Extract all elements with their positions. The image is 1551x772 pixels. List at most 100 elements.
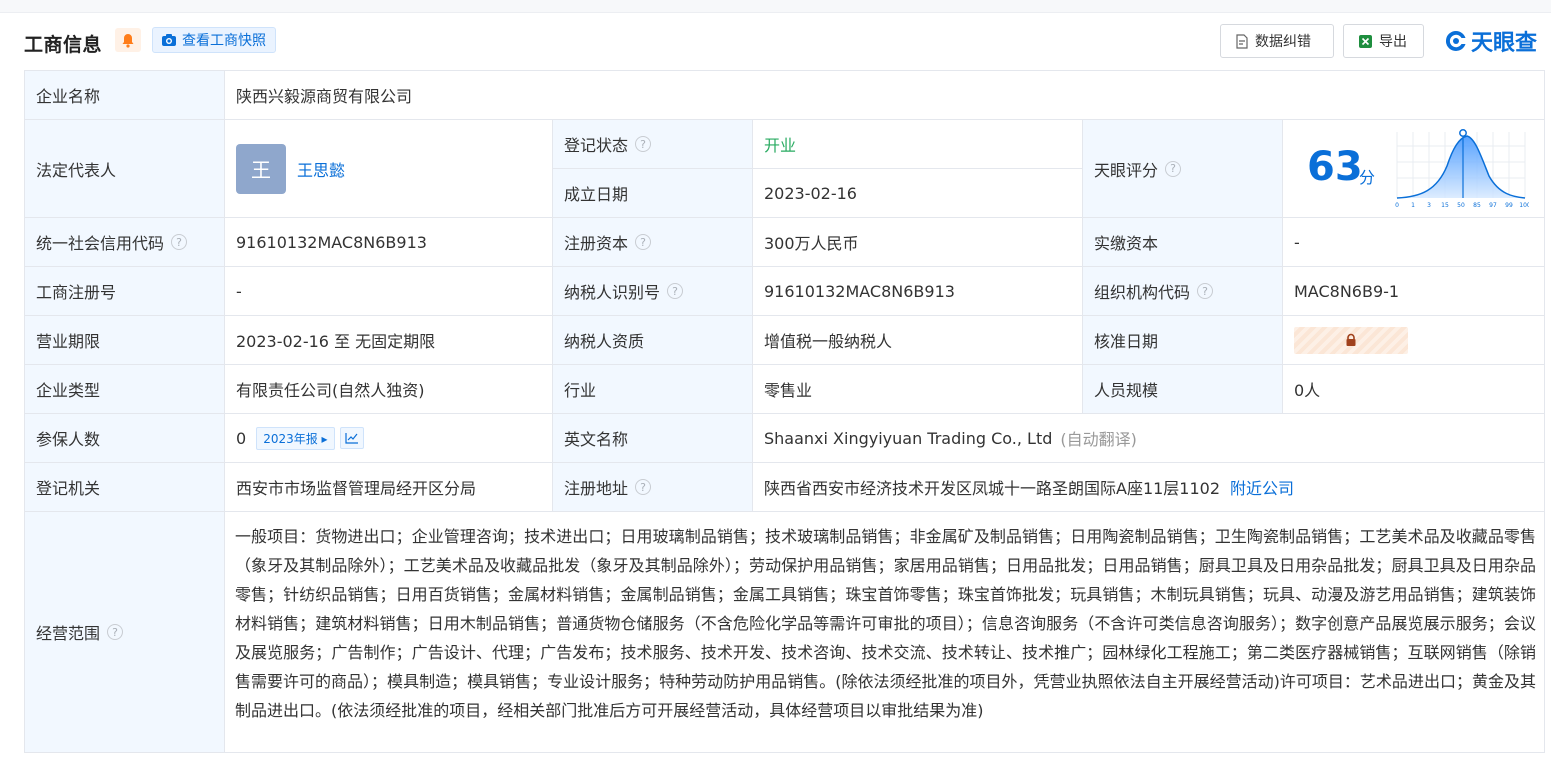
export-button[interactable]: 导出 (1343, 24, 1424, 58)
score-cell[interactable]: 63 分 0 1 3 15 50 85 97 99 100 (1283, 120, 1545, 218)
legal-rep-cell: 王 王思懿 (225, 120, 553, 218)
taxpayer-qual-value: 增值税一般纳税人 (753, 316, 1083, 365)
address-cell: 陕西省西安市经济技术开发区凤城十一路圣朗国际A座11层1102 附近公司 (753, 463, 1545, 512)
taxpayer-qual-label: 纳税人资质 (553, 316, 753, 365)
table-row: 营业期限 2023-02-16 至 无固定期限 纳税人资质 增值税一般纳税人 核… (25, 316, 1545, 365)
company-name-label: 企业名称 (25, 71, 225, 120)
logo-text: 天眼查 (1471, 31, 1538, 56)
score-tick-label: 85 (1473, 202, 1481, 209)
company-name-value: 陕西兴毅源商贸有限公司 (225, 71, 1545, 120)
document-icon (1236, 33, 1248, 49)
table-row: 企业名称 陕西兴毅源商贸有限公司 (25, 71, 1545, 120)
nearby-companies-link[interactable]: 附近公司 (1230, 475, 1294, 499)
reg-capital-value: 300万人民币 (753, 218, 1083, 267)
table-row: 登记状态 ? 开业 (553, 120, 1083, 169)
type-label: 企业类型 (25, 365, 225, 414)
table-row: 工商注册号 - 纳税人识别号 ? 91610132MAC8N6B913 组织机构… (25, 267, 1545, 316)
term-value: 2023-02-16 至 无固定期限 (225, 316, 553, 365)
taxpayer-id-value: 91610132MAC8N6B913 (753, 267, 1083, 316)
paid-capital-value: - (1283, 218, 1545, 267)
locked-value[interactable] (1294, 326, 1408, 354)
table-row: 登记机关 西安市市场监督管理局经开区分局 注册地址 ? 陕西省西安市经济技术开发… (25, 463, 1545, 512)
help-icon[interactable]: ? (171, 234, 188, 250)
authority-label: 登记机关 (25, 463, 225, 512)
score-tick-label: 0 (1395, 202, 1399, 209)
help-icon[interactable]: ? (667, 283, 684, 299)
view-snapshot-label: 查看工商快照 (182, 33, 266, 49)
help-icon[interactable]: ? (1165, 160, 1182, 177)
top-strip (0, 0, 1551, 13)
score-label-cell: 天眼评分 ? (1083, 120, 1283, 218)
reg-capital-label-cell: 注册资本 ? (553, 218, 753, 267)
credit-code-value: 91610132MAC8N6B913 (225, 218, 553, 267)
export-label: 导出 (1379, 34, 1407, 50)
table-row: 成立日期 2023-02-16 (553, 169, 1083, 218)
score-unit: 分 (1359, 168, 1376, 187)
type-value: 有限责任公司(自然人独资) (225, 365, 553, 414)
score-marker (1459, 129, 1467, 137)
status-date-group: 登记状态 ? 开业 成立日期 2023-02-16 (553, 120, 1083, 218)
address-label-cell: 注册地址 ? (553, 463, 753, 512)
scope-label-cell: 经营范围 ? (25, 512, 225, 753)
score-distribution-chart: 0 1 3 15 50 85 97 99 100 (1395, 129, 1529, 209)
score-value: 63 (1307, 144, 1363, 190)
auto-translate-note: (自动翻译) (1060, 430, 1137, 449)
legal-rep-label: 法定代表人 (25, 120, 225, 218)
paid-capital-label: 实缴资本 (1083, 218, 1283, 267)
score-tick-label: 50 (1457, 202, 1465, 209)
bell-icon[interactable] (115, 28, 141, 52)
section-header: 工商信息 查看工商快照 数据纠错 导出 天眼查 (24, 24, 1544, 62)
business-info-table: 企业名称 陕西兴毅源商贸有限公司 法定代表人 王 王思懿 登记状态 ? 开业 成… (24, 70, 1545, 753)
score-tick-label: 99 (1505, 202, 1513, 209)
avatar: 王 (236, 143, 286, 194)
address-label: 注册地址 (564, 479, 629, 498)
scope-cell: 一般项目：货物进出口；企业管理咨询；技术进出口；日用玻璃制品销售；技术玻璃制品销… (225, 512, 1545, 753)
english-name-label: 英文名称 (553, 414, 753, 463)
table-row: 统一社会信用代码 ? 91610132MAC8N6B913 注册资本 ? 300… (25, 218, 1545, 267)
reg-no-value: - (225, 267, 553, 316)
english-name-value: Shaanxi Xingyiyuan Trading Co., Ltd (764, 428, 1053, 448)
table-row: 法定代表人 王 王思懿 登记状态 ? 开业 成立日期 2023-02-16 天眼… (25, 120, 1545, 218)
credit-code-label-cell: 统一社会信用代码 ? (25, 218, 225, 267)
term-label: 营业期限 (25, 316, 225, 365)
tianyancha-logo-icon (1445, 30, 1466, 51)
annual-report-tag-label: 2023年报 (263, 431, 318, 446)
scope-value: 一般项目：货物进出口；企业管理咨询；技术进出口；日用玻璃制品销售；技术玻璃制品销… (235, 527, 1536, 720)
data-correction-button[interactable]: 数据纠错 (1220, 24, 1334, 58)
org-code-label: 组织机构代码 (1094, 283, 1191, 302)
help-icon[interactable]: ? (1197, 283, 1214, 299)
view-snapshot-button[interactable]: 查看工商快照 (152, 27, 276, 53)
org-code-label-cell: 组织机构代码 ? (1083, 267, 1283, 316)
staff-size-label: 人员规模 (1083, 365, 1283, 414)
trend-chart-icon[interactable] (339, 427, 364, 449)
legal-rep-link[interactable]: 王思懿 (297, 157, 345, 181)
taxpayer-id-label: 纳税人识别号 (564, 283, 661, 302)
est-date-value: 2023-02-16 (753, 169, 1083, 218)
insured-label: 参保人数 (25, 414, 225, 463)
annual-report-tag[interactable]: 2023年报 ▸ (256, 426, 335, 450)
reg-status-label: 登记状态 (564, 136, 629, 155)
staff-size-value: 0人 (1283, 365, 1545, 414)
scope-label: 经营范围 (36, 624, 101, 643)
score-tick-label: 15 (1441, 202, 1449, 209)
help-icon[interactable]: ? (635, 479, 652, 495)
reg-status-label-cell: 登记状态 ? (553, 120, 753, 169)
help-icon[interactable]: ? (635, 234, 652, 250)
tianyancha-logo: 天眼查 (1444, 26, 1537, 56)
taxpayer-id-label-cell: 纳税人识别号 ? (553, 267, 753, 316)
table-row: 参保人数 0 2023年报 ▸ 英文名称 Shaanxi Xingyiyuan … (25, 414, 1545, 463)
industry-value: 零售业 (753, 365, 1083, 414)
org-code-value: MAC8N6B9-1 (1283, 267, 1545, 316)
score-tick-label: 97 (1489, 202, 1497, 209)
excel-icon (1359, 34, 1372, 48)
approval-date-cell (1283, 316, 1545, 365)
score-tick-label: 3 (1427, 202, 1431, 209)
score-label: 天眼评分 (1094, 160, 1159, 180)
help-icon[interactable]: ? (635, 136, 652, 152)
address-value: 陕西省西安市经济技术开发区凤城十一路圣朗国际A座11层1102 (764, 479, 1221, 498)
section-title: 工商信息 (24, 34, 103, 56)
help-icon[interactable]: ? (107, 624, 124, 640)
reg-status-value: 开业 (753, 120, 1083, 169)
insured-value: 0 (236, 428, 247, 448)
lock-icon (1346, 333, 1356, 346)
